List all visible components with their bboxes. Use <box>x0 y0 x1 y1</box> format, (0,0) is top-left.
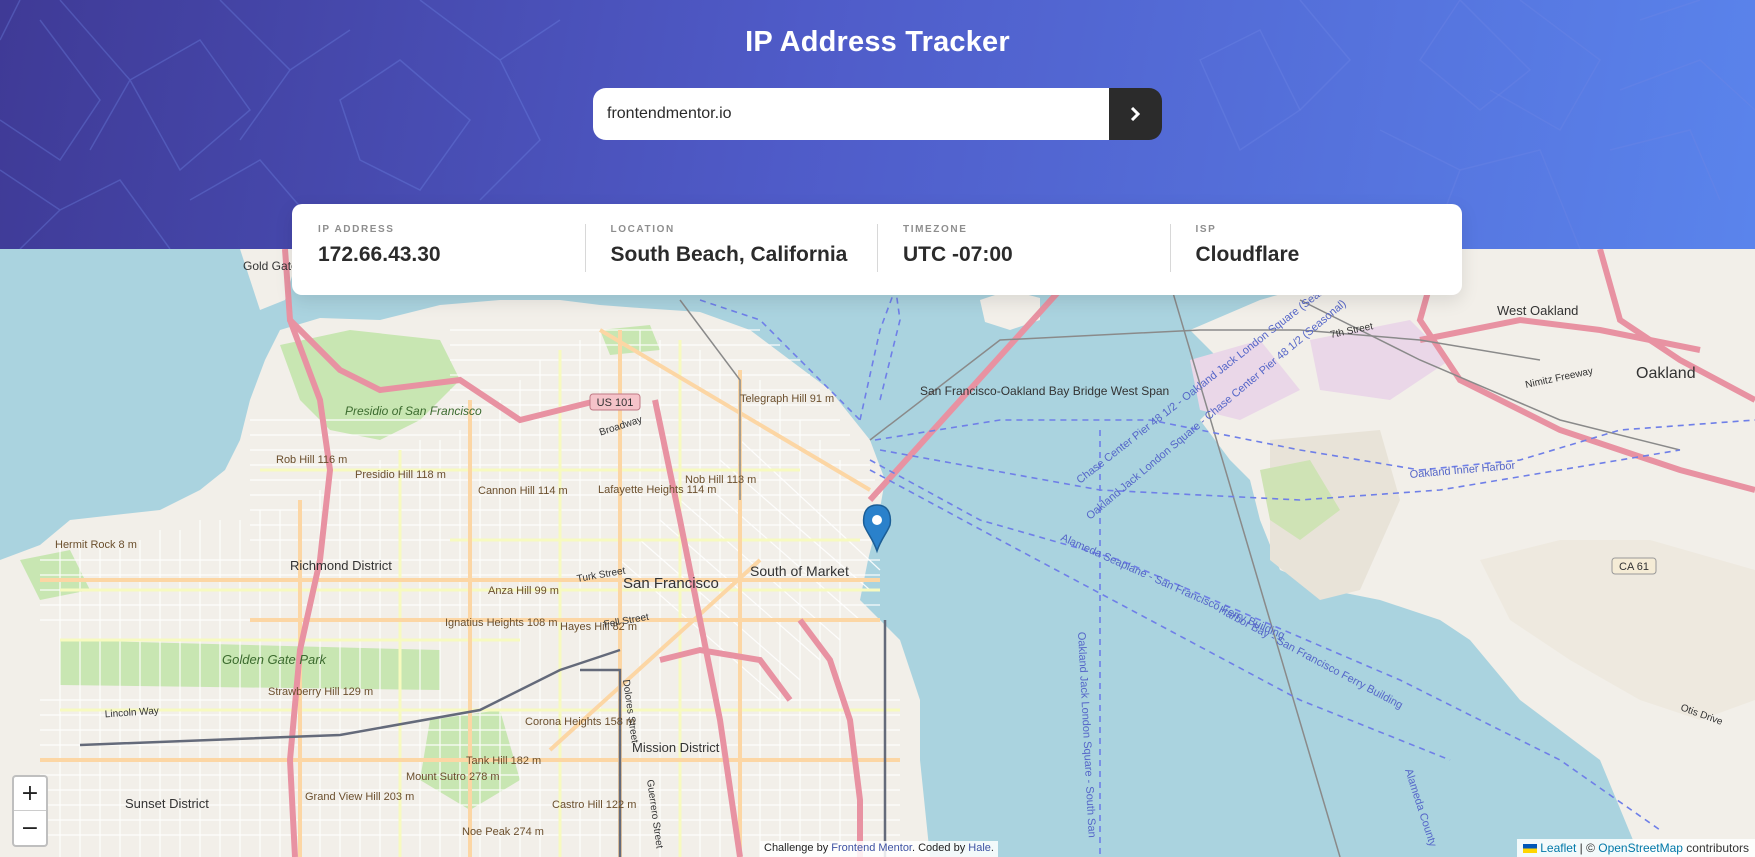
timezone-value: UTC -07:00 <box>903 243 1013 266</box>
zoom-out-button[interactable]: − <box>14 811 46 845</box>
label-richmond-district: Richmond District <box>290 558 392 573</box>
map-attribution: Leaflet | © OpenStreetMap contributors <box>1517 839 1755 857</box>
location-value: South Beach, California <box>610 243 848 266</box>
label-noe-peak: Noe Peak 274 m <box>462 826 544 838</box>
leaflet-link[interactable]: Leaflet <box>1540 841 1576 855</box>
isp-cell: ISP Cloudflare <box>1169 204 1463 295</box>
page-title: IP Address Tracker <box>745 26 1010 58</box>
attribution-suffix: contributors <box>1682 841 1749 855</box>
ip-address-value: 172.66.43.30 <box>318 243 441 266</box>
label-cannon-hill: Cannon Hill 114 m <box>478 485 568 497</box>
chevron-right-icon <box>1130 107 1141 121</box>
label-mount-sutro: Mount Sutro 278 m <box>406 771 500 783</box>
ip-address-cell: IP ADDRESS 172.66.43.30 <box>292 204 585 295</box>
info-card: IP ADDRESS 172.66.43.30 LOCATION South B… <box>292 204 1462 295</box>
label-mission-district: Mission District <box>632 740 720 755</box>
zoom-in-button[interactable]: + <box>14 777 46 811</box>
label-hermit-rock: Hermit Rock 8 m <box>55 539 137 551</box>
label-grand-view-hill: Grand View Hill 203 m <box>305 791 414 803</box>
timezone-label: TIMEZONE <box>903 224 968 235</box>
location-label: LOCATION <box>610 224 675 235</box>
challenge-prefix: Challenge by <box>764 842 832 854</box>
challenge-middle: . Coded by <box>912 842 969 854</box>
isp-value: Cloudflare <box>1195 243 1300 266</box>
attribution-separator: | © <box>1576 841 1599 855</box>
timezone-cell: TIMEZONE UTC -07:00 <box>877 204 1170 295</box>
map-tiles[interactable]: San Francisco South of Market Richmond D… <box>0 249 1755 857</box>
shield-ca61: CA 61 <box>1611 557 1657 575</box>
label-ignatius-heights: Ignatius Heights 108 m <box>445 617 558 629</box>
zoom-control: + − <box>12 775 48 847</box>
label-strawberry-hill: Strawberry Hill 129 m <box>268 686 373 698</box>
label-corona-heights: Corona Heights 158 m <box>525 716 635 728</box>
label-san-francisco: San Francisco <box>623 575 719 592</box>
label-anza-hill: Anza Hill 99 m <box>488 585 559 597</box>
label-rob-hill: Rob Hill 116 m <box>276 454 347 466</box>
search-bar <box>593 88 1162 140</box>
challenge-attribution: Challenge by Frontend Mentor. Coded by H… <box>760 841 998 857</box>
label-presidio-hill: Presidio Hill 118 m <box>355 469 446 481</box>
isp-label: ISP <box>1195 224 1217 235</box>
openstreetmap-link[interactable]: OpenStreetMap <box>1598 841 1683 855</box>
shield-us101: US 101 <box>589 393 641 411</box>
label-west-oakland: West Oakland <box>1497 303 1578 318</box>
label-castro-hill: Castro Hill 122 m <box>552 799 636 811</box>
search-input[interactable] <box>593 88 1109 140</box>
label-lafayette-heights: Lafayette Heights 114 m <box>598 484 716 496</box>
label-bay-bridge: San Francisco-Oakland Bay Bridge West Sp… <box>920 384 1169 398</box>
frontend-mentor-link[interactable]: Frontend Mentor <box>831 842 912 854</box>
label-oakland: Oakland <box>1636 365 1696 382</box>
label-tank-hill: Tank Hill 182 m <box>466 755 541 767</box>
svg-text:US 101: US 101 <box>597 397 634 409</box>
author-link[interactable]: Hale <box>968 842 991 854</box>
label-golden-gate-park: Golden Gate Park <box>222 652 328 667</box>
ip-address-label: IP ADDRESS <box>318 224 395 235</box>
map[interactable]: San Francisco South of Market Richmond D… <box>0 249 1755 857</box>
label-telegraph-hill: Telegraph Hill 91 m <box>740 393 834 405</box>
label-presidio: Presidio of San Francisco <box>345 404 482 418</box>
label-south-of-market: South of Market <box>750 563 849 579</box>
search-button[interactable] <box>1109 88 1162 140</box>
ukraine-flag-icon <box>1523 844 1538 854</box>
svg-text:CA 61: CA 61 <box>1619 561 1649 573</box>
challenge-suffix: . <box>990 842 994 854</box>
location-cell: LOCATION South Beach, California <box>584 204 878 295</box>
label-sunset-district: Sunset District <box>125 796 209 811</box>
